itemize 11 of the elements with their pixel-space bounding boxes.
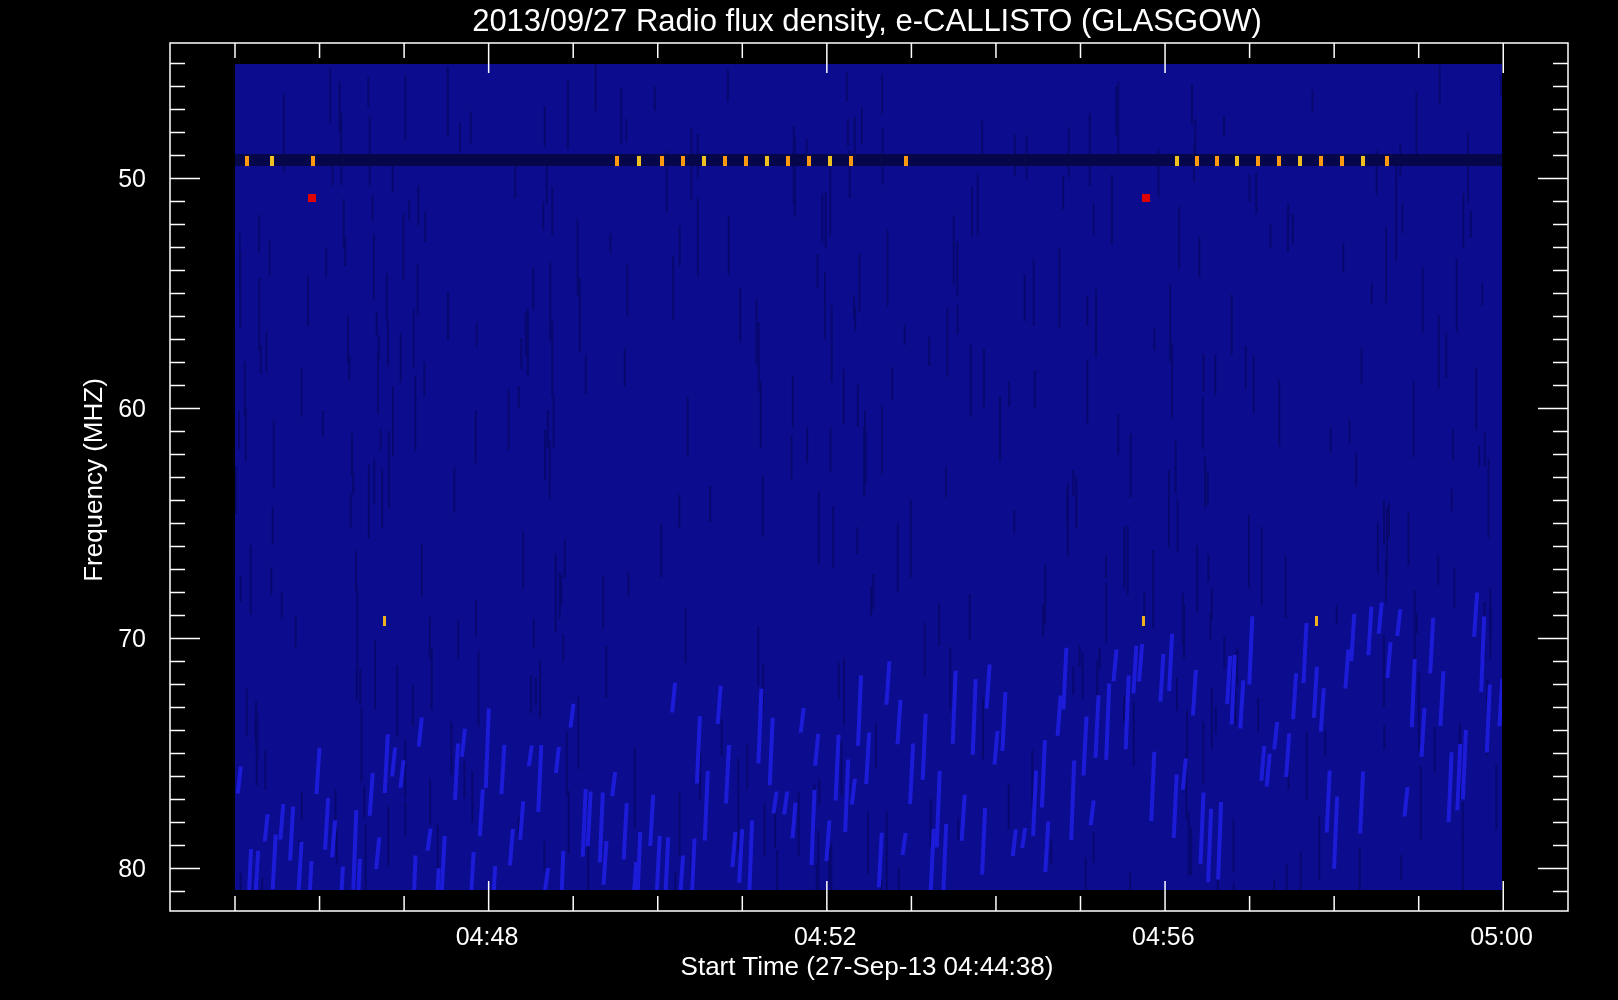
y-tick-label: 60 xyxy=(118,395,146,421)
y-tick-label: 80 xyxy=(118,855,146,881)
x-axis-label: Start Time (27-Sep-13 04:44:38) xyxy=(680,953,1054,979)
x-tick-label: 04:52 xyxy=(793,924,857,949)
y-tick-label: 50 xyxy=(118,165,146,191)
y-tick-label: 70 xyxy=(118,625,146,651)
y-axis-label: Frequency (MHZ) xyxy=(80,378,106,582)
x-tick-label: 04:56 xyxy=(1132,924,1195,949)
x-tick-label: 05:00 xyxy=(1470,924,1533,949)
chart-title: 2013/09/27 Radio flux density, e-CALLISTO (GLASGOW) xyxy=(472,5,1262,36)
x-tick-label: 04:48 xyxy=(455,924,519,949)
